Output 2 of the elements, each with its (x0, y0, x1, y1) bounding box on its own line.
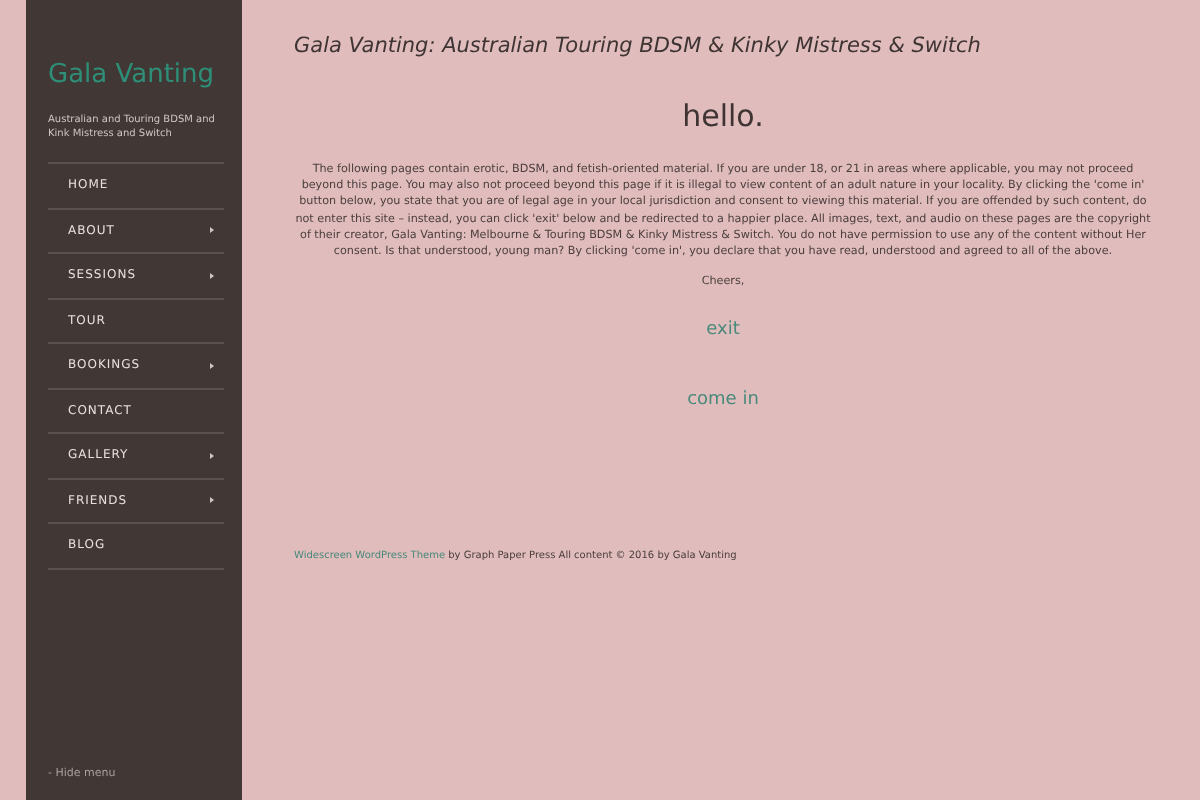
heading: hello. (682, 98, 764, 134)
page-title: Gala Vanting: Australian Touring BDSM & Kinky Mistress & Switch (294, 34, 981, 58)
